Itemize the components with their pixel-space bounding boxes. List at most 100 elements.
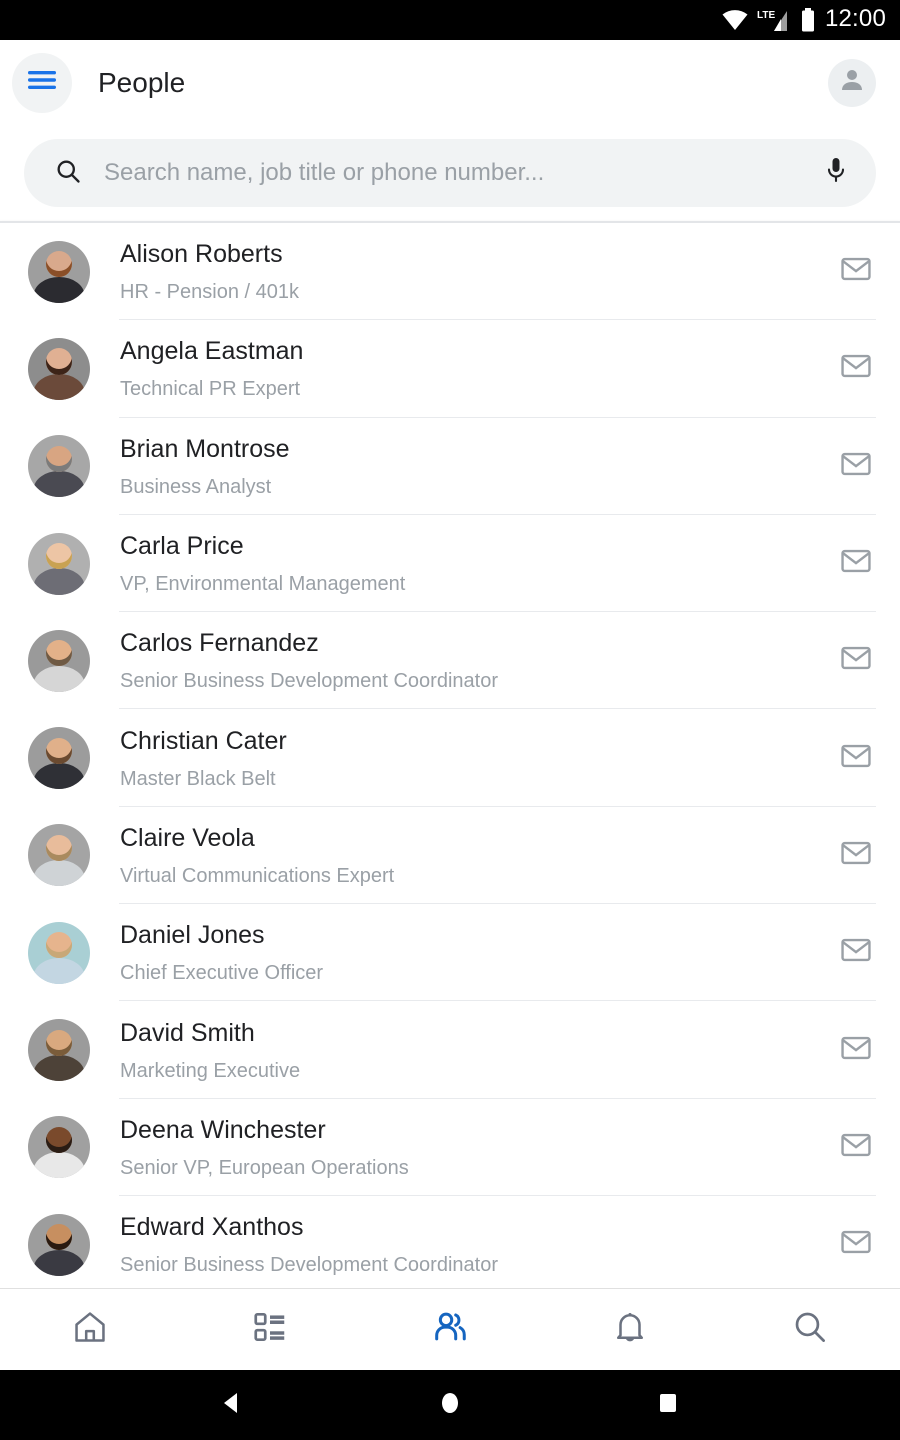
person-job-title: Chief Executive Officer bbox=[120, 962, 324, 985]
mail-button[interactable] bbox=[836, 544, 876, 583]
nav-item-people[interactable] bbox=[360, 1289, 540, 1370]
nav-item-list[interactable] bbox=[180, 1289, 360, 1370]
search-bar[interactable]: Search name, job title or phone number..… bbox=[24, 139, 876, 207]
mail-envelope-icon bbox=[839, 933, 873, 972]
person-info: Edward Xanthos Senior Business Developmen… bbox=[120, 1213, 836, 1276]
mail-envelope-icon bbox=[839, 252, 873, 291]
search-bar-container: Search name, job title or phone number..… bbox=[0, 125, 900, 221]
profile-avatar-button[interactable] bbox=[828, 58, 876, 107]
nav-item-notifications[interactable] bbox=[540, 1289, 720, 1370]
person-name: Christian Cater bbox=[120, 726, 287, 755]
nav-item-home[interactable] bbox=[0, 1289, 180, 1370]
mail-button[interactable] bbox=[836, 1031, 876, 1070]
avatar bbox=[28, 629, 90, 692]
person-info: Brian Montrose Business Analyst bbox=[120, 435, 836, 498]
person-name: David Smith bbox=[120, 1018, 255, 1047]
person-name: Daniel Jones bbox=[120, 921, 265, 950]
triangle-back-icon[interactable] bbox=[219, 1390, 245, 1421]
wifi-icon bbox=[722, 9, 748, 31]
circle-home-icon[interactable] bbox=[437, 1390, 463, 1421]
mail-envelope-icon bbox=[839, 1031, 873, 1070]
person-name: Claire Veola bbox=[120, 823, 255, 852]
people-icon bbox=[431, 1308, 469, 1351]
person-info: Carlos Fernandez Senior Business Developm… bbox=[120, 629, 836, 692]
avatar bbox=[28, 824, 90, 887]
app-bar: People bbox=[0, 40, 900, 125]
person-job-title: HR - Pension / 401k bbox=[120, 281, 299, 304]
avatar bbox=[28, 240, 90, 303]
person-info: David Smith Marketing Executive bbox=[120, 1019, 836, 1082]
mail-button[interactable] bbox=[836, 641, 876, 680]
people-list[interactable]: Alison Roberts HR - Pension / 401k Angela … bbox=[0, 223, 900, 1288]
person-job-title: Business Analyst bbox=[120, 475, 272, 498]
battery-icon bbox=[800, 8, 816, 32]
avatar bbox=[28, 921, 90, 984]
person-row[interactable]: Carla Price VP, Environmental Management bbox=[0, 515, 900, 613]
hamburger-menu-button[interactable] bbox=[12, 52, 72, 113]
person-info: Alison Roberts HR - Pension / 401k bbox=[120, 240, 836, 303]
avatar bbox=[28, 1116, 90, 1179]
mail-envelope-icon bbox=[839, 447, 873, 486]
person-row[interactable]: Claire Veola Virtual Communications Exper… bbox=[0, 807, 900, 905]
person-name: Alison Roberts bbox=[120, 240, 283, 269]
mail-button[interactable] bbox=[836, 836, 876, 875]
avatar bbox=[28, 727, 90, 790]
android-system-nav bbox=[0, 1370, 900, 1440]
status-bar: LTE 12:00 bbox=[0, 0, 900, 40]
mail-envelope-icon bbox=[839, 544, 873, 583]
person-row[interactable]: Christian Cater Master Black Belt bbox=[0, 709, 900, 807]
mail-button[interactable] bbox=[836, 447, 876, 486]
person-info: Deena Winchester Senior VP, European Oper… bbox=[120, 1116, 836, 1179]
person-row[interactable]: Brian Montrose Business Analyst bbox=[0, 418, 900, 515]
person-name: Deena Winchester bbox=[120, 1115, 326, 1144]
person-row[interactable]: Deena Winchester Senior VP, European Oper… bbox=[0, 1099, 900, 1196]
person-job-title: VP, Environmental Management bbox=[120, 573, 406, 596]
person-job-title: Master Black Belt bbox=[120, 767, 276, 790]
mail-envelope-icon bbox=[839, 349, 873, 388]
lte-signal-icon: LTE bbox=[757, 8, 791, 32]
home-icon bbox=[71, 1308, 109, 1351]
status-bar-clock: 12:00 bbox=[824, 5, 886, 32]
hamburger-menu-icon bbox=[27, 69, 57, 96]
mail-button[interactable] bbox=[836, 933, 876, 972]
person-job-title: Senior VP, European Operations bbox=[120, 1156, 409, 1179]
person-row[interactable]: Alison Roberts HR - Pension / 401k bbox=[0, 223, 900, 321]
person-info: Angela Eastman Technical PR Expert bbox=[120, 337, 836, 400]
person-row[interactable]: Carlos Fernandez Senior Business Developm… bbox=[0, 612, 900, 710]
person-info: Christian Cater Master Black Belt bbox=[120, 727, 836, 790]
nav-item-search[interactable] bbox=[720, 1289, 900, 1370]
person-name: Carla Price bbox=[120, 532, 244, 561]
person-job-title: Senior Business Development Coordinator bbox=[120, 670, 498, 693]
square-recents-icon[interactable] bbox=[655, 1390, 681, 1421]
bottom-navigation bbox=[0, 1288, 900, 1370]
avatar bbox=[28, 532, 90, 595]
mail-envelope-icon bbox=[839, 641, 873, 680]
microphone-icon[interactable] bbox=[824, 156, 848, 191]
mail-button[interactable] bbox=[836, 1128, 876, 1167]
avatar bbox=[28, 1019, 90, 1082]
mail-button[interactable] bbox=[836, 739, 876, 778]
person-row[interactable]: David Smith Marketing Executive bbox=[0, 1001, 900, 1099]
mail-button[interactable] bbox=[836, 349, 876, 388]
mail-envelope-icon bbox=[839, 836, 873, 875]
person-job-title: Marketing Executive bbox=[120, 1059, 301, 1082]
person-info: Daniel Jones Chief Executive Officer bbox=[120, 921, 836, 984]
person-row[interactable]: Angela Eastman Technical PR Expert bbox=[0, 320, 900, 418]
person-job-title: Virtual Communications Expert bbox=[120, 864, 395, 887]
mail-envelope-icon bbox=[839, 739, 873, 778]
person-info: Carla Price VP, Environmental Management bbox=[120, 532, 836, 595]
avatar bbox=[28, 435, 90, 498]
phone-screen: LTE 12:00 People Search name, job title … bbox=[0, 0, 900, 1440]
list-icon bbox=[251, 1308, 289, 1351]
page-title: People bbox=[98, 66, 186, 98]
mail-envelope-icon bbox=[839, 1225, 873, 1264]
mail-button[interactable] bbox=[836, 252, 876, 291]
svg-text:LTE: LTE bbox=[757, 10, 775, 21]
person-row[interactable]: Daniel Jones Chief Executive Officer bbox=[0, 904, 900, 1002]
person-name: Brian Montrose bbox=[120, 434, 290, 463]
search-input[interactable]: Search name, job title or phone number..… bbox=[104, 159, 802, 187]
person-row[interactable]: Edward Xanthos Senior Business Developmen… bbox=[0, 1196, 900, 1288]
mail-button[interactable] bbox=[836, 1225, 876, 1264]
person-job-title: Technical PR Expert bbox=[120, 378, 301, 401]
person-name: Edward Xanthos bbox=[120, 1213, 304, 1242]
